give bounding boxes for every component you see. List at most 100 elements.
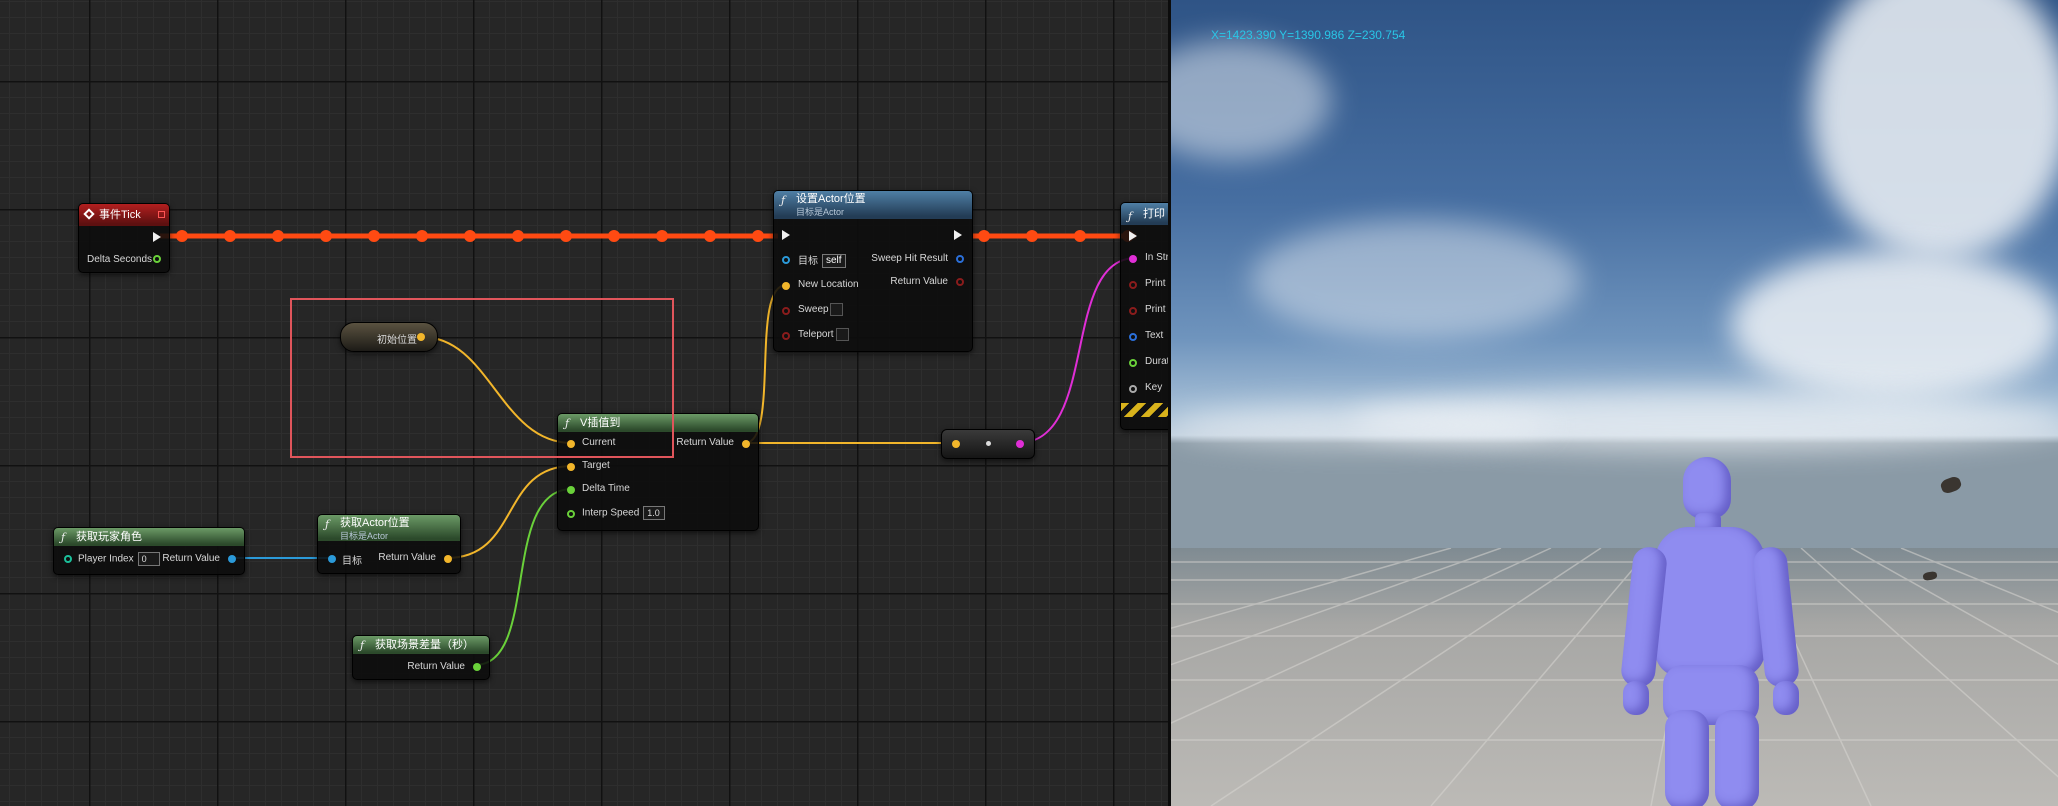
key-pin[interactable]: [1129, 385, 1137, 393]
vector-to-string-node[interactable]: [941, 429, 1035, 459]
sweep-pin[interactable]: [782, 307, 790, 315]
key-label: Key: [1145, 382, 1163, 393]
event-tick-node[interactable]: 事件Tick Delta Seconds: [78, 203, 170, 273]
get-actor-location-header: ƒ 获取Actor位置 目标是Actor: [318, 515, 460, 541]
mannequin-right-hand: [1773, 681, 1799, 715]
duration-label: Durat: [1145, 356, 1168, 367]
set-actor-location-header: ƒ 设置Actor位置 目标是Actor: [774, 191, 972, 219]
get-actor-location-title: 获取Actor位置: [340, 517, 410, 529]
text-color-label: Text: [1145, 330, 1164, 341]
string-wire-convert-to-instring: [1017, 257, 1137, 444]
mannequin-left-hand: [1623, 681, 1649, 715]
game-viewport[interactable]: X=1423.390 Y=1390.986 Z=230.754: [1171, 0, 2058, 806]
set-actor-location-title: 设置Actor位置: [796, 193, 866, 205]
teleport-pin[interactable]: [782, 332, 790, 340]
delta-seconds-pin[interactable]: [153, 255, 161, 263]
delta-time-pin[interactable]: [567, 486, 575, 494]
new-location-label: New Location: [798, 279, 859, 290]
print-screen-pin[interactable]: [1129, 281, 1137, 289]
player-index-label: Player Index 0: [78, 552, 160, 566]
return-value-label: Return Value: [676, 437, 734, 448]
return-value-label: Return Value: [890, 276, 948, 287]
target-pin[interactable]: [782, 256, 790, 264]
exec-out-pin[interactable]: [954, 230, 962, 240]
cloud: [1811, 0, 2058, 260]
return-value-pin[interactable]: [956, 278, 964, 286]
player-index-field[interactable]: 0: [137, 552, 160, 566]
mannequin-right-leg: [1715, 710, 1759, 806]
function-icon: ƒ: [360, 639, 365, 652]
player-index-pin[interactable]: [64, 555, 72, 563]
get-world-delta-seconds-header: ƒ 获取场景差量（秒）: [353, 636, 489, 654]
get-world-delta-seconds-title: 获取场景差量（秒）: [375, 639, 474, 651]
in-string-pin[interactable]: [1129, 255, 1137, 263]
development-only-stripe: [1121, 403, 1168, 417]
set-actor-location-subtitle: 目标是Actor: [796, 207, 845, 217]
return-value-pin[interactable]: [473, 663, 481, 671]
get-player-character-node[interactable]: ƒ 获取玩家角色 Player Index 0 Return Value: [53, 527, 245, 575]
text-color-pin[interactable]: [1129, 333, 1137, 341]
print-string-title: 打印: [1143, 208, 1165, 220]
target-label: Target: [582, 460, 610, 471]
get-actor-location-subtitle: 目标是Actor: [340, 531, 389, 541]
convert-out-pin[interactable]: [1016, 440, 1024, 448]
print-string-header: ƒ 打印: [1121, 203, 1168, 225]
target-self-field[interactable]: self: [822, 254, 846, 269]
target-label: 目标: [342, 556, 362, 567]
new-location-pin[interactable]: [782, 282, 790, 290]
function-icon: ƒ: [325, 518, 330, 531]
return-value-label: Return Value: [162, 553, 220, 564]
sweep-hit-result-label: Sweep Hit Result: [871, 253, 948, 264]
return-value-pin[interactable]: [742, 440, 750, 448]
event-diamond-icon: [83, 208, 95, 220]
cloud: [1251, 220, 1581, 340]
mannequin-torso: [1655, 527, 1765, 677]
print-screen-label: Print: [1145, 278, 1166, 289]
sweep-checkbox[interactable]: [830, 303, 843, 316]
blueprint-graph[interactable]: 事件Tick Delta Seconds ƒ 设置Actor位置 目标是Acto…: [0, 0, 1168, 806]
coordinates-readout: X=1423.390 Y=1390.986 Z=230.754: [1211, 28, 1406, 42]
print-log-pin[interactable]: [1129, 307, 1137, 315]
convert-in-pin[interactable]: [952, 440, 960, 448]
teleport-label: Teleport: [798, 329, 834, 340]
flying-object-icon: [1939, 475, 1963, 495]
interp-speed-label: Interp Speed 1.0: [582, 506, 666, 520]
mannequin-head: [1683, 457, 1731, 519]
duration-pin[interactable]: [1129, 359, 1137, 367]
function-icon: ƒ: [781, 194, 786, 207]
target-label: 目标 self: [798, 252, 846, 269]
delta-seconds-label: Delta Seconds: [87, 254, 153, 265]
cloud: [1171, 405, 1551, 445]
print-string-node[interactable]: ƒ 打印 In Str Print Print Text Durat Key: [1120, 202, 1168, 430]
interp-speed-pin[interactable]: [567, 510, 575, 518]
return-value-label: Return Value: [407, 661, 465, 672]
sweep-hit-result-pin[interactable]: [956, 255, 964, 263]
get-world-delta-seconds-node[interactable]: ƒ 获取场景差量（秒） Return Value: [352, 635, 490, 680]
get-player-character-header: ƒ 获取玩家角色: [54, 528, 244, 546]
in-string-label: In Str: [1145, 252, 1168, 263]
vector-wire-location-to-target: [446, 465, 573, 559]
target-pin[interactable]: [328, 555, 336, 563]
get-actor-location-node[interactable]: ƒ 获取Actor位置 目标是Actor 目标 Return Value: [317, 514, 461, 574]
print-log-label: Print: [1145, 304, 1166, 315]
target-pin[interactable]: [567, 463, 575, 471]
exec-out-pin[interactable]: [153, 232, 161, 242]
exec-in-pin[interactable]: [782, 230, 790, 240]
teleport-checkbox[interactable]: [836, 328, 849, 341]
event-tick-title: 事件Tick: [99, 209, 141, 221]
event-delegate-icon: [158, 211, 165, 218]
function-icon: ƒ: [1128, 210, 1133, 223]
set-actor-location-node[interactable]: ƒ 设置Actor位置 目标是Actor 目标 self Sweep Hit Re…: [773, 190, 973, 352]
cloud: [1171, 40, 1331, 160]
interp-speed-field[interactable]: 1.0: [643, 506, 666, 520]
sweep-label: Sweep: [798, 304, 829, 315]
get-player-character-title: 获取玩家角色: [76, 531, 142, 543]
player-mannequin: [1611, 455, 1811, 806]
function-icon: ƒ: [61, 531, 66, 544]
cloud: [1731, 250, 2058, 400]
return-value-pin[interactable]: [444, 555, 452, 563]
return-value-label: Return Value: [378, 552, 436, 563]
return-value-pin[interactable]: [228, 555, 236, 563]
convert-dot-icon: [986, 441, 991, 446]
exec-in-pin[interactable]: [1129, 231, 1137, 241]
